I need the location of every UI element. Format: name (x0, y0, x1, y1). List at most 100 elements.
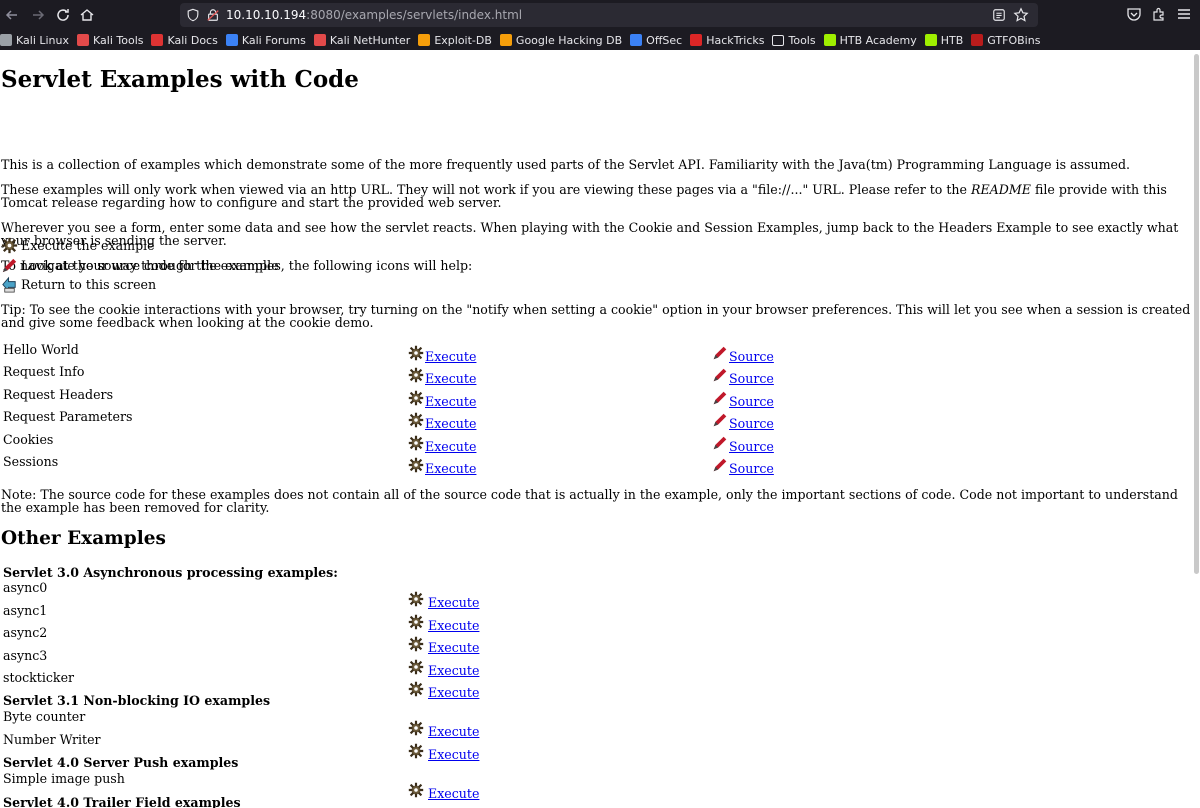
shield-icon[interactable] (186, 8, 200, 22)
table-row: Hello World Execute Source (0, 342, 1200, 364)
bookmark-favicon-icon (313, 34, 326, 46)
execute-gear-icon (408, 435, 424, 450)
example-name: async1 (3, 603, 48, 618)
execute-link[interactable]: Execute (428, 786, 479, 801)
execute-cell: Execute (407, 434, 476, 454)
source-link[interactable]: Source (729, 461, 774, 476)
bookmark-label: Kali NetHunter (329, 33, 411, 47)
forward-button[interactable] (26, 3, 50, 27)
insecure-lock-icon[interactable] (206, 8, 220, 22)
example-name: Hello World (3, 342, 79, 357)
note-paragraph: Note: The source code for these examples… (1, 487, 1178, 516)
legend-return-text: Return to this screen (21, 277, 157, 292)
execute-cell: Execute (407, 680, 479, 700)
bookmark-item[interactable]: Kali NetHunter (313, 33, 411, 47)
reader-view-icon[interactable] (992, 8, 1006, 22)
execute-cell: Execute (407, 742, 479, 762)
legend-execute-text: Execute the example (21, 238, 155, 253)
menu-icon[interactable] (1176, 6, 1192, 22)
legend-execute: Execute the example (0, 236, 155, 255)
scrollbar-thumb[interactable] (1194, 54, 1199, 574)
source-link[interactable]: Source (729, 371, 774, 386)
execute-cell: Execute (407, 411, 476, 431)
table-row: Simple image push Execute (0, 771, 1200, 801)
readme-emphasis: README (971, 182, 1031, 197)
bookmark-item[interactable]: Kali Docs (151, 33, 218, 47)
bookmark-label: Tools (788, 33, 816, 47)
bookmark-item[interactable]: Kali Tools (77, 34, 143, 47)
reload-icon (57, 9, 69, 21)
bookmark-label: Kali Docs (167, 33, 218, 47)
execute-cell: Execute (407, 456, 476, 476)
bookmark-label: OffSec (646, 33, 683, 47)
pocket-icon[interactable] (1126, 6, 1142, 22)
execute-link[interactable]: Execute (425, 416, 476, 431)
example-name: Cookies (3, 431, 54, 447)
bookmark-item[interactable]: Google Hacking DB (499, 33, 623, 47)
source-link[interactable]: Source (729, 416, 774, 431)
bookmark-label: Exploit-DB (434, 33, 492, 47)
table-row: Byte counter Execute (0, 709, 1200, 739)
bookmark-label: Google Hacking DB (515, 33, 623, 47)
execute-cell: Execute (407, 389, 476, 409)
extensions-icon[interactable] (1151, 6, 1167, 22)
execute-link[interactable]: Execute (425, 439, 476, 454)
execute-cell: Execute (407, 781, 479, 801)
reload-button[interactable] (51, 3, 75, 27)
source-cell: Source (711, 434, 774, 454)
source-pen-icon (713, 346, 727, 360)
bookmark-item[interactable]: GTFOBins (971, 34, 1040, 47)
example-name: Sessions (3, 454, 59, 469)
bookmark-item[interactable]: OffSec (630, 34, 682, 47)
source-link[interactable]: Source (729, 439, 774, 454)
tip-paragraph: Tip: To see the cookie interactions with… (1, 302, 1191, 331)
example-name: async2 (3, 625, 48, 640)
bookmark-item[interactable]: Exploit-DB (418, 34, 492, 47)
execute-gear-icon (408, 457, 424, 473)
source-link[interactable]: Source (729, 394, 774, 409)
execute-gear-icon (1, 237, 18, 254)
bookmark-item[interactable]: Tools (772, 33, 816, 47)
section-title: Servlet 4.0 Server Push examples (3, 755, 239, 770)
home-button[interactable] (75, 3, 99, 27)
table-row: async3 Execute (0, 648, 1200, 678)
bookmark-label: GTFOBins (987, 33, 1041, 47)
page-content: Servlet Examples with Code This is a col… (0, 50, 1200, 808)
arrow-left-icon (5, 10, 17, 20)
bookmark-favicon-icon (151, 34, 164, 46)
url-text[interactable]: 10.10.10.194:8080/examples/servlets/inde… (226, 8, 522, 22)
table-row: Sessions Execute Source (0, 454, 1200, 476)
execute-link[interactable]: Execute (425, 371, 476, 386)
legend-return: Return to this screen (0, 275, 156, 294)
section-title: Servlet 3.0 Asynchronous processing exam… (3, 565, 338, 580)
execute-link[interactable]: Execute (425, 349, 476, 364)
execute-link[interactable]: Execute (425, 461, 476, 476)
scrollbar[interactable] (1192, 50, 1200, 808)
bookmark-favicon-icon (0, 34, 12, 46)
url-bar[interactable]: 10.10.10.194:8080/examples/servlets/inde… (180, 3, 1038, 27)
execute-link[interactable]: Execute (428, 747, 479, 762)
source-link[interactable]: Source (729, 349, 774, 364)
bookmark-item[interactable]: Kali Forums (225, 33, 306, 47)
execute-link[interactable]: Execute (425, 394, 476, 409)
browser-chrome: 10.10.10.194:8080/examples/servlets/inde… (0, 0, 1200, 50)
bookmark-label: Kali Tools (93, 33, 144, 47)
return-arrow-icon (2, 276, 16, 293)
arrow-right-icon (33, 10, 45, 20)
execute-gear-icon (408, 368, 424, 383)
execute-link[interactable]: Execute (428, 685, 479, 700)
table-row: stockticker Execute (0, 670, 1200, 700)
bookmark-label: Kali Forums (241, 33, 306, 47)
back-button[interactable] (0, 3, 24, 27)
table-row: async0 Execute (0, 580, 1200, 610)
source-pen-icon (713, 413, 727, 427)
bookmark-star-icon[interactable] (1013, 7, 1029, 23)
bookmark-item[interactable]: Kali Linux (0, 34, 69, 47)
bookmark-item[interactable]: HTB (924, 34, 963, 47)
source-cell: Source (711, 366, 774, 386)
execute-gear-icon (408, 412, 424, 428)
page-title: Servlet Examples with Code (1, 66, 359, 93)
source-cell: Source (711, 411, 774, 431)
bookmark-item[interactable]: HTB Academy (823, 34, 917, 47)
bookmark-item[interactable]: HackTricks (690, 34, 764, 47)
